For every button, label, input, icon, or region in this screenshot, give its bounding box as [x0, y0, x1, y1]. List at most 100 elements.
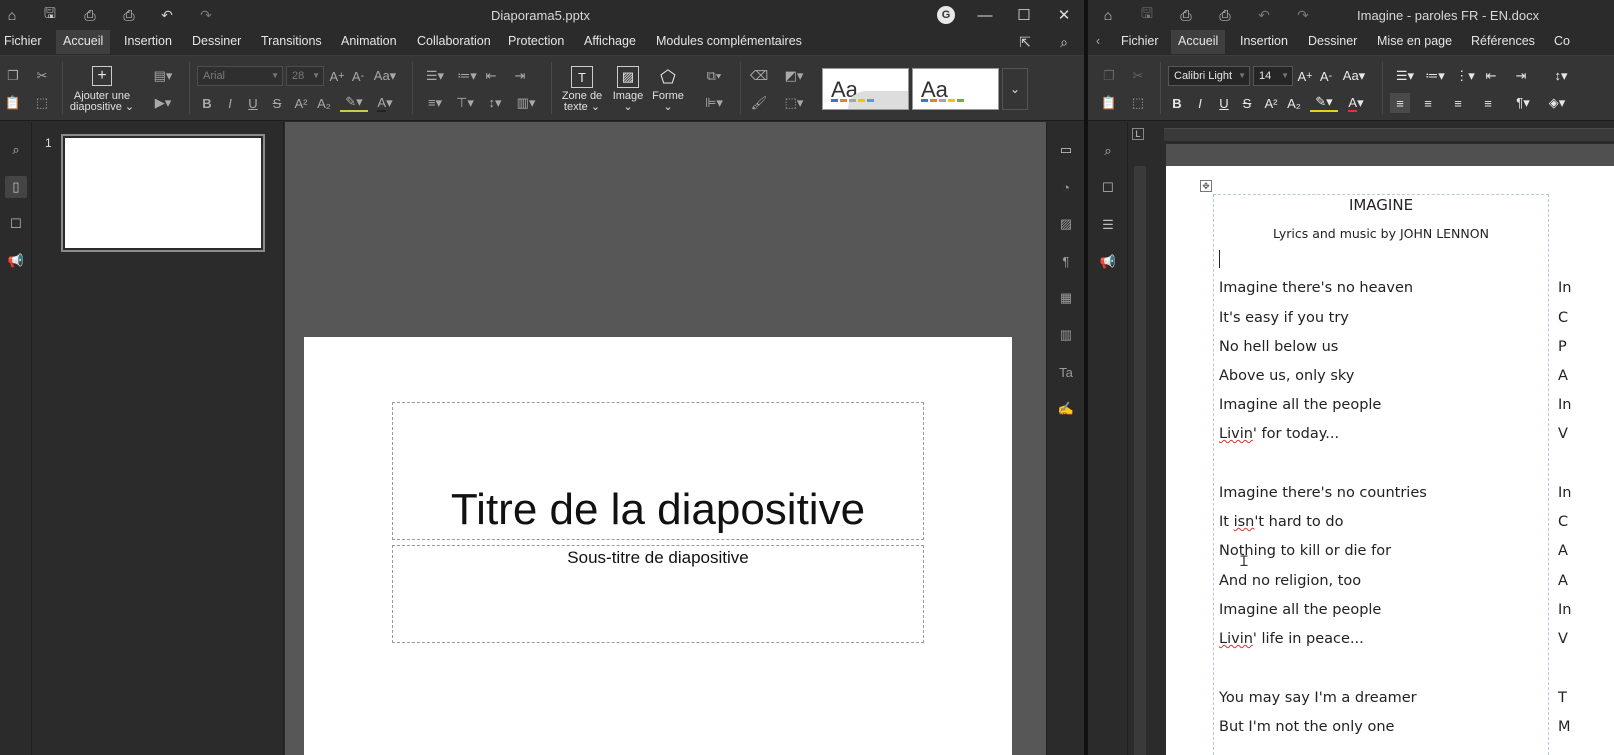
grow-font-icon[interactable]: A +: [330, 67, 345, 85]
home-icon[interactable]: ⌂: [1098, 5, 1118, 25]
menu-dessiner[interactable]: Dessiner: [192, 30, 241, 54]
vertical-ruler[interactable]: [1128, 144, 1166, 755]
comments-icon[interactable]: ☐: [1097, 177, 1119, 199]
save-icon[interactable]: 🖫: [40, 5, 60, 25]
slideshow-icon[interactable]: ▶▾: [150, 94, 176, 112]
menu-fichier[interactable]: Fichier: [4, 30, 42, 54]
menu-insertion[interactable]: Insertion: [124, 30, 172, 54]
table-move-handle-icon[interactable]: ✥: [1200, 180, 1212, 192]
menu-animation[interactable]: Animation: [341, 30, 397, 54]
print-icon[interactable]: ⎙: [1176, 5, 1196, 25]
minimize-button[interactable]: —: [974, 4, 996, 26]
shrink-font-icon[interactable]: A-: [1319, 67, 1333, 85]
save-icon[interactable]: 🖫: [1137, 5, 1157, 25]
menu-accueil[interactable]: Accueil: [56, 30, 111, 54]
table-settings-icon[interactable]: ▦: [1055, 287, 1077, 309]
themes-expand-button[interactable]: ⌄: [1002, 68, 1028, 110]
redo-icon[interactable]: ↷: [196, 5, 216, 25]
document-page[interactable]: ✥ IMAGINE Lyrics and music by JOHN LENNO…: [1166, 166, 1614, 755]
image-settings-icon[interactable]: ▨: [1055, 213, 1077, 235]
chart-settings-icon[interactable]: ▥: [1055, 324, 1077, 346]
font-family-select[interactable]: Arial ▼: [197, 66, 283, 86]
line-spacing-icon[interactable]: ↕▾: [1548, 67, 1574, 85]
strikethrough-icon[interactable]: S: [1240, 94, 1254, 112]
paste-icon[interactable]: 📋: [4, 94, 22, 112]
paragraph-settings-icon[interactable]: ¶: [1055, 250, 1077, 272]
shape-settings-icon[interactable]: ◔: [1055, 176, 1077, 198]
add-slide-label[interactable]: Ajouter une diapositive ⌄: [68, 91, 136, 113]
increase-indent-icon[interactable]: ⇥: [1514, 67, 1528, 85]
font-color-icon[interactable]: A ▾: [372, 94, 398, 112]
select-all-icon[interactable]: ⬚: [33, 94, 51, 112]
subtitle-placeholder[interactable]: Sous-titre de diapositive: [392, 545, 924, 643]
menu-mise-en-page[interactable]: Mise en page: [1377, 30, 1452, 54]
grow-font-icon[interactable]: A +: [1298, 67, 1313, 85]
print-icon[interactable]: ⎙: [80, 5, 100, 25]
highlight-icon[interactable]: ✎▾: [340, 94, 368, 112]
select-all-icon[interactable]: ⬚: [1129, 94, 1147, 112]
menu-affichage[interactable]: Affichage: [584, 30, 636, 54]
menu-accueil[interactable]: Accueil: [1171, 30, 1226, 54]
vertical-align-icon[interactable]: ⊤▾: [452, 94, 478, 112]
subscript-icon[interactable]: A₂: [1286, 94, 1302, 112]
menu-scroll-left-icon[interactable]: ‹: [1096, 30, 1100, 54]
tab-stop-icon[interactable]: L: [1132, 128, 1144, 140]
menu-fichier[interactable]: Fichier: [1121, 30, 1159, 54]
align-objects-icon[interactable]: ⊫▾: [700, 94, 728, 112]
underline-icon[interactable]: U: [1217, 94, 1231, 112]
search-icon[interactable]: ⌕: [1054, 32, 1074, 52]
shape-label[interactable]: Forme ⌄: [648, 91, 688, 113]
undo-icon[interactable]: ↶: [1254, 5, 1274, 25]
textbox-icon[interactable]: T: [571, 66, 593, 88]
justify-icon[interactable]: ≡: [1481, 94, 1495, 112]
navigation-icon[interactable]: ☰: [1097, 214, 1119, 236]
comments-icon[interactable]: ☐: [5, 213, 27, 235]
undo-icon[interactable]: ↶: [157, 5, 177, 25]
decrease-indent-icon[interactable]: ⇤: [1484, 67, 1498, 85]
menu-references[interactable]: Références: [1471, 30, 1535, 54]
quick-print-icon[interactable]: ⎙: [119, 5, 139, 25]
strikethrough-icon[interactable]: S: [270, 94, 284, 112]
increase-indent-icon[interactable]: ⇥: [513, 67, 527, 85]
paste-icon[interactable]: 📋: [1100, 94, 1118, 112]
menu-insertion[interactable]: Insertion: [1240, 30, 1288, 54]
quick-print-icon[interactable]: ⎙: [1215, 5, 1235, 25]
maximize-button[interactable]: ☐: [1013, 4, 1035, 26]
shape-icon[interactable]: ⬠: [657, 66, 679, 88]
align-right-icon[interactable]: ≡: [1451, 94, 1465, 112]
cut-icon[interactable]: ✂: [1129, 67, 1147, 85]
close-button[interactable]: ✕: [1053, 4, 1075, 26]
bullets-icon[interactable]: ☰▾: [422, 67, 448, 85]
user-avatar[interactable]: G: [937, 6, 955, 24]
textbox-label[interactable]: Zone de texte ⌄: [556, 91, 608, 113]
decrease-indent-icon[interactable]: ⇤: [484, 67, 498, 85]
align-icon[interactable]: ≡▾: [422, 94, 448, 112]
menu-collaboration[interactable]: Collaboration: [417, 30, 491, 54]
align-left-icon[interactable]: ≡: [1390, 93, 1410, 113]
copy-icon[interactable]: ❐: [4, 67, 22, 85]
line-spacing-icon[interactable]: ↕▾: [482, 94, 508, 112]
clear-style-icon[interactable]: ⌫: [750, 67, 768, 85]
italic-icon[interactable]: I: [223, 94, 237, 112]
paragraph-marks-icon[interactable]: ¶▾: [1510, 94, 1536, 112]
menu-protection[interactable]: Protection: [508, 30, 564, 54]
slide-size-icon[interactable]: ⬚▾: [780, 94, 808, 112]
underline-icon[interactable]: U: [246, 94, 260, 112]
shading-icon[interactable]: ◈▾: [1544, 94, 1570, 112]
search-icon[interactable]: ⌕: [5, 139, 27, 161]
feedback-icon[interactable]: 📢: [1097, 251, 1119, 273]
font-family-select[interactable]: Calibri Light ▼: [1168, 66, 1250, 86]
align-center-icon[interactable]: ≡: [1421, 94, 1435, 112]
redo-icon[interactable]: ↷: [1293, 5, 1313, 25]
arrange-icon[interactable]: ⧉▾: [700, 67, 728, 85]
font-size-select[interactable]: 28 ▼: [286, 66, 324, 86]
text-art-settings-icon[interactable]: Ta: [1055, 361, 1077, 383]
copy-icon[interactable]: ❐: [1100, 67, 1118, 85]
feedback-icon[interactable]: 📢: [5, 250, 27, 272]
menu-dessiner[interactable]: Dessiner: [1308, 30, 1357, 54]
numbering-icon[interactable]: ≔▾: [1422, 67, 1448, 85]
theme-option-2[interactable]: Aa: [912, 68, 999, 110]
change-case-icon[interactable]: Aa▾: [372, 67, 398, 85]
image-icon[interactable]: ▨: [617, 66, 639, 88]
menu-transitions[interactable]: Transitions: [261, 30, 322, 54]
